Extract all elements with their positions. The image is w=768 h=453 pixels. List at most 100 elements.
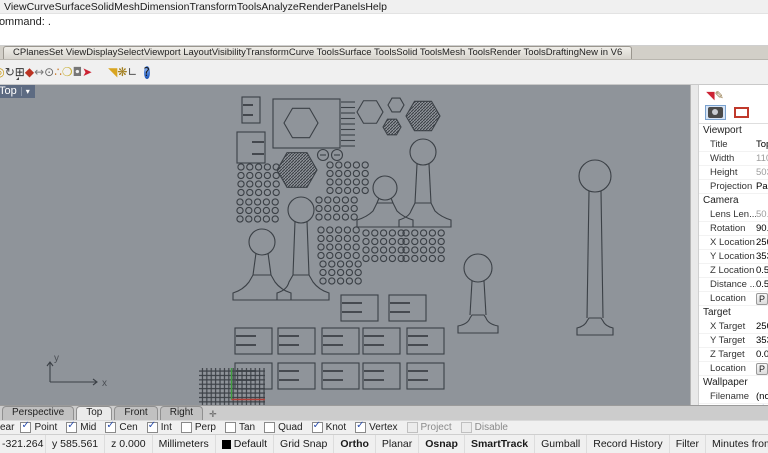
property-row[interactable]: Width 1100 1100 bbox=[699, 152, 768, 166]
checkbox[interactable] bbox=[105, 420, 117, 433]
property-row[interactable]: Rotation 90.0 90.0 bbox=[699, 222, 768, 236]
osnap-toggle[interactable]: Knot bbox=[311, 420, 346, 433]
dot-grid bbox=[319, 260, 362, 285]
checkbox[interactable] bbox=[264, 422, 276, 433]
checkbox[interactable] bbox=[311, 420, 323, 433]
status-cell[interactable]: Planar bbox=[376, 435, 420, 453]
property-row[interactable]: Height 503 503 bbox=[699, 166, 768, 180]
checkbox[interactable] bbox=[146, 420, 158, 433]
panel-subtab-bar bbox=[699, 104, 768, 124]
status-cell[interactable]: -321.264 bbox=[0, 435, 46, 453]
viewport-tabs: Perspective Top Front Right bbox=[2, 406, 204, 420]
camera-icon[interactable] bbox=[705, 105, 726, 120]
command-area[interactable]: Command: . bbox=[0, 13, 768, 46]
viewport-tab[interactable]: Perspective bbox=[2, 406, 75, 420]
screen-icon[interactable] bbox=[731, 105, 752, 120]
status-cell[interactable]: y 585.561 bbox=[46, 435, 106, 453]
wallpaper-rows: Filename (non (non Show bbox=[699, 390, 768, 405]
checkbox[interactable] bbox=[406, 422, 418, 433]
status-cell[interactable]: Grid Snap bbox=[274, 435, 335, 453]
property-row[interactable]: Location P P bbox=[699, 362, 768, 376]
osnap-toggle[interactable]: Tan bbox=[224, 422, 255, 433]
cad-drawing[interactable]: y x bbox=[0, 85, 690, 405]
property-row[interactable]: X Location 250.6 250.6 bbox=[699, 236, 768, 250]
status-bar: -321.264 y 585.561 z 0.000 Millimeters D… bbox=[0, 434, 768, 453]
property-row[interactable]: Distance ... 0.505 0.505 bbox=[699, 278, 768, 292]
viewport-canvas[interactable]: y x Top ▾ bbox=[0, 85, 690, 405]
status-cell[interactable]: Minutes from last save: 2 bbox=[706, 435, 768, 453]
viewport-rows: Title Top Top Width 1100 1100 Height 503… bbox=[699, 138, 768, 194]
property-row[interactable]: X Target 250.6 250.6 bbox=[699, 320, 768, 334]
checkbox[interactable] bbox=[180, 422, 192, 433]
layer-color-swatch bbox=[221, 439, 231, 449]
standard-toolbar: ▤▦❐✂❏▮↶☛✛◎◉▣◎↻⊞◆↔⊙∴❍◘➤◥❋∟? bbox=[0, 60, 768, 85]
viewport-tab[interactable]: Right bbox=[159, 406, 204, 420]
viewport-tab[interactable]: Top bbox=[76, 406, 113, 420]
section-target: Target bbox=[703, 307, 731, 318]
tall-lollipop-part bbox=[576, 159, 614, 336]
viewport-title[interactable]: Top ▾ bbox=[0, 85, 35, 98]
property-row[interactable]: Lens Len... 50.0 50.0 bbox=[699, 208, 768, 222]
toolbar-icon[interactable]: ▤▦❐✂❏▮↶☛✛◎◉▣◎↻⊞◆↔⊙∴❍◘➤◥❋∟? bbox=[0, 63, 150, 81]
osnap-bar: ear Point Mid Cen Int Perp Tan Quad Knot bbox=[0, 420, 768, 434]
section-viewport: Viewport bbox=[703, 125, 742, 136]
osnap-toggle[interactable]: Mid bbox=[66, 420, 96, 433]
slot-rect-parts bbox=[234, 327, 445, 355]
camera-rows: Lens Len... 50.0 50.0 Rotation 90.0 90.0… bbox=[699, 208, 768, 306]
viewport-tab-bar: Perspective Top Front Right ✛ bbox=[0, 405, 768, 420]
status-cell[interactable]: Record History bbox=[587, 435, 670, 453]
osnap-toggle[interactable]: Quad bbox=[264, 422, 303, 433]
viewport-tab[interactable]: Front bbox=[114, 406, 158, 420]
osnap-toggle[interactable]: Vertex bbox=[355, 420, 398, 433]
status-cell[interactable]: Filter bbox=[670, 435, 707, 453]
osnap-near-label-cut[interactable]: ear bbox=[0, 422, 14, 433]
property-row[interactable]: Projection Paral Paral bbox=[699, 180, 768, 194]
checkbox[interactable] bbox=[66, 420, 78, 433]
osnap-toggle[interactable]: Disable bbox=[460, 422, 508, 433]
lollipop-part bbox=[457, 253, 499, 334]
panel-tab-icon[interactable]: ◥ ✎ bbox=[706, 88, 724, 102]
osnap-toggle[interactable]: Point bbox=[20, 420, 57, 433]
add-viewport-icon[interactable]: ✛ bbox=[205, 410, 221, 420]
target-rows: X Target 250.6 250.6 Y Target 353.3 353.… bbox=[699, 320, 768, 376]
place-button[interactable]: P bbox=[756, 292, 768, 305]
status-cell[interactable]: SmartTrack bbox=[465, 435, 536, 453]
property-row[interactable]: Filename (non (non bbox=[699, 390, 768, 404]
checkbox[interactable] bbox=[355, 420, 367, 433]
dot-grid bbox=[236, 198, 279, 223]
property-row[interactable]: Title Top Top bbox=[699, 138, 768, 152]
status-cell[interactable]: z 0.000 bbox=[105, 435, 153, 453]
command-prompt[interactable]: Command: . bbox=[0, 16, 764, 28]
minus-circle-parts bbox=[316, 148, 344, 162]
dot-grid bbox=[237, 163, 280, 197]
section-camera: Camera bbox=[703, 195, 739, 206]
stand-part-right bbox=[356, 138, 452, 228]
connector-parts bbox=[236, 96, 266, 164]
osnap-toggle[interactable]: Int bbox=[146, 420, 172, 433]
status-cell[interactable]: Default bbox=[216, 435, 275, 453]
place-button[interactable]: P bbox=[756, 362, 768, 375]
status-cell[interactable]: Ortho bbox=[334, 435, 376, 453]
status-cell[interactable]: Osnap bbox=[419, 435, 465, 453]
properties-panel: ◥✎ Viewport Title Top Top Width 1100 110… bbox=[699, 85, 768, 405]
checkbox[interactable] bbox=[460, 422, 472, 433]
property-row[interactable]: Y Location 353.3 353.3 bbox=[699, 250, 768, 264]
property-row[interactable]: Z Target 0.0 0.0 bbox=[699, 348, 768, 362]
osnap-toggle[interactable]: Perp bbox=[180, 422, 216, 433]
status-cell[interactable]: Gumball bbox=[535, 435, 588, 453]
osnap-items: Point Mid Cen Int Perp Tan Quad Knot Ver… bbox=[20, 420, 517, 433]
osnap-toggle[interactable]: Cen bbox=[105, 420, 138, 433]
osnap-toggle[interactable]: Project bbox=[406, 422, 452, 433]
status-cell[interactable]: Millimeters bbox=[153, 435, 216, 453]
property-row[interactable]: Location P P bbox=[699, 292, 768, 306]
property-row[interactable]: Z Location 0.505 0.505 bbox=[699, 264, 768, 278]
dot-grid bbox=[326, 161, 369, 195]
checkbox[interactable] bbox=[20, 420, 32, 433]
checkbox[interactable] bbox=[224, 422, 236, 433]
property-row[interactable]: Y Target 353.3 353.3 bbox=[699, 334, 768, 348]
panel-splitter[interactable] bbox=[690, 85, 699, 405]
menu-item[interactable]: ViewCurveSurfaceSolidMeshDimensionTransf… bbox=[0, 1, 394, 13]
toolbar-group-tab[interactable]: CPlanesSet ViewDisplaySelectViewport Lay… bbox=[3, 46, 633, 59]
property-row[interactable]: Show bbox=[699, 403, 768, 405]
dot-grid bbox=[362, 229, 405, 263]
